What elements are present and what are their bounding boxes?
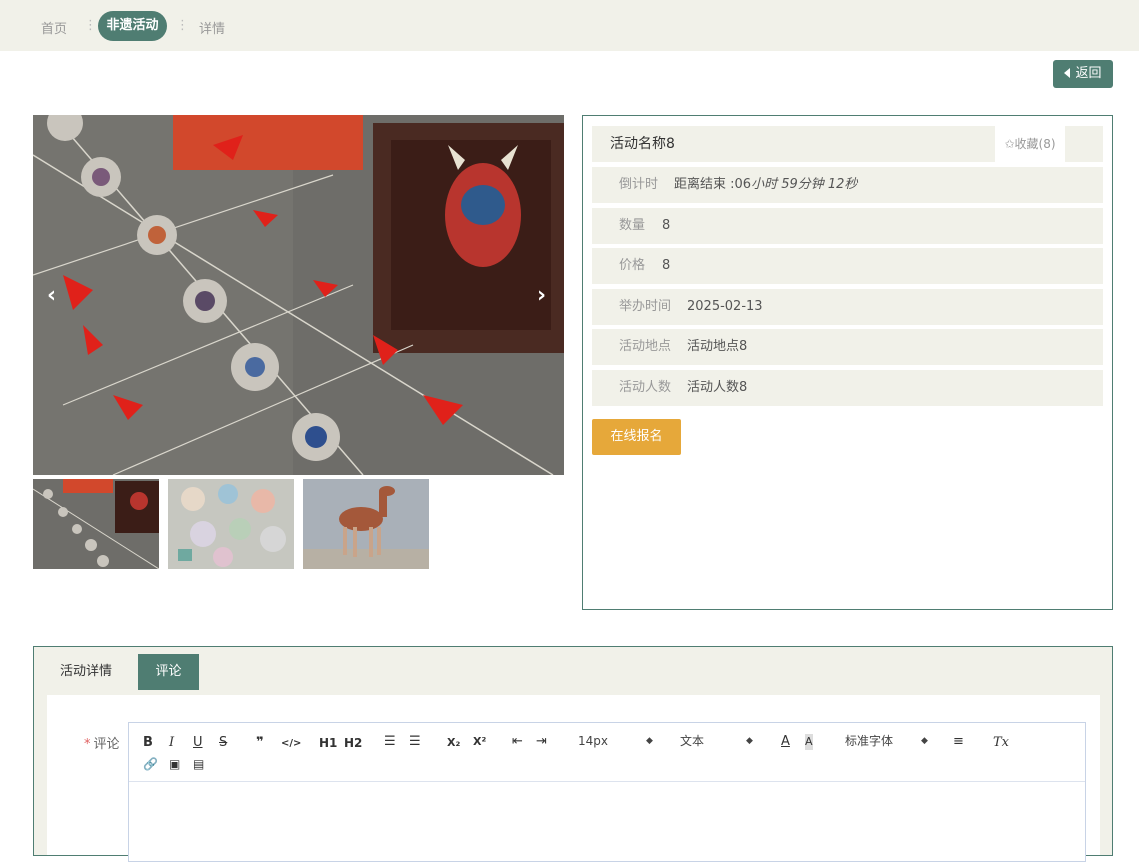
video-icon[interactable]: ▤ — [193, 756, 204, 772]
link-icon[interactable]: 🔗 — [143, 756, 158, 772]
activity-info-panel: 活动名称8 ✩收藏(8) 倒计时 距离结束 :06小时 59分钟 12秒 数量 … — [582, 115, 1113, 610]
ordered-list-icon[interactable]: ☰ — [384, 734, 396, 750]
background-color-icon[interactable]: A — [805, 734, 813, 750]
superscript-button[interactable]: X² — [473, 734, 486, 750]
blockquote-button[interactable]: ❞ — [256, 735, 264, 751]
select-arrows-icon: ◆ — [921, 736, 928, 746]
countdown-row: 倒计时 距离结束 :06小时 59分钟 12秒 — [592, 167, 1103, 203]
comment-field-label: * 评论 — [84, 733, 120, 752]
location-label: 活动地点 — [619, 339, 672, 354]
activity-name: 活动名称8 — [610, 136, 675, 152]
thumbnail-2[interactable] — [168, 479, 294, 569]
countdown-prefix: 距离结束 :06 — [674, 177, 752, 192]
thumbnail-image — [303, 479, 429, 569]
clear-format-button[interactable]: Tx — [993, 735, 1009, 751]
caret-left-icon — [1064, 68, 1071, 78]
activity-title-row: 活动名称8 ✩收藏(8) — [592, 126, 1103, 162]
font-color-icon[interactable]: A — [781, 734, 790, 750]
thumbnail-image — [33, 479, 159, 569]
tab-activity-detail[interactable]: 活动详情 — [50, 654, 122, 690]
back-button[interactable]: 返回 — [1053, 60, 1113, 88]
breadcrumb-bar: 首页 ⋮ 非遗活动 ⋮ 详情 — [0, 0, 1139, 51]
main-image — [33, 115, 564, 475]
bullet-list-icon[interactable]: ☰ — [409, 734, 421, 750]
indent-icon[interactable]: ⇥ — [536, 734, 547, 750]
quantity-value: 8 — [662, 218, 671, 233]
breadcrumb-separator: ⋮ — [84, 18, 97, 33]
breadcrumb-detail: 详情 — [199, 22, 226, 37]
people-label: 活动人数 — [619, 380, 672, 395]
tabs-container: 活动详情 评论 * 评论 B I U S ❞ </> H1 H2 ☰ ☰ X₂ X… — [33, 646, 1113, 862]
strike-button[interactable]: S — [219, 735, 227, 751]
back-button-label: 返回 — [1075, 66, 1102, 81]
comment-label-text: 评论 — [93, 737, 120, 752]
quantity-row: 数量 8 — [592, 208, 1103, 244]
thumbnail-image — [168, 479, 294, 569]
countdown-rest: 小时 59分钟 12秒 — [751, 177, 858, 192]
breadcrumb-separator: ⋮ — [176, 18, 189, 33]
breadcrumb-home[interactable]: 首页 — [41, 18, 67, 37]
comment-panel: * 评论 B I U S ❞ </> H1 H2 ☰ ☰ X₂ X² ⇤ ⇥ 14… — [47, 695, 1100, 862]
signup-button[interactable]: 在线报名 — [592, 419, 681, 455]
font-family-value: 标准字体 — [845, 734, 894, 748]
price-label: 价格 — [619, 258, 646, 273]
quantity-label: 数量 — [619, 218, 646, 233]
date-value: 2025-02-13 — [687, 299, 763, 314]
price-value: 8 — [662, 258, 671, 273]
underline-button[interactable]: U — [193, 735, 203, 751]
date-row: 举办时间 2025-02-13 — [592, 289, 1103, 325]
font-family-select[interactable]: 标准字体 ◆ — [845, 733, 931, 749]
text-type-select[interactable]: 文本 ◆ — [680, 733, 756, 749]
image-icon[interactable]: ▣ — [169, 756, 180, 772]
people-value: 活动人数8 — [687, 380, 748, 395]
select-arrows-icon: ◆ — [746, 736, 753, 746]
select-arrows-icon: ◆ — [646, 736, 653, 746]
editor-toolbar: B I U S ❞ </> H1 H2 ☰ ☰ X₂ X² ⇤ ⇥ 14px ◆ … — [129, 723, 1085, 782]
people-row: 活动人数 活动人数8 — [592, 370, 1103, 406]
main-image-carousel[interactable]: ‹ › — [33, 115, 564, 475]
favorite-button[interactable]: ✩收藏(8) — [995, 126, 1065, 162]
tab-comment[interactable]: 评论 — [138, 654, 199, 690]
thumbnail-3[interactable] — [303, 479, 429, 569]
thumbnail-1[interactable] — [33, 479, 159, 569]
align-left-icon[interactable]: ≡ — [953, 734, 964, 750]
breadcrumb-current[interactable]: 非遗活动 — [98, 11, 167, 41]
required-mark: * — [84, 737, 91, 752]
location-row: 活动地点 活动地点8 — [592, 329, 1103, 365]
heading2-button[interactable]: H2 — [344, 735, 362, 751]
rich-text-editor: B I U S ❞ </> H1 H2 ☰ ☰ X₂ X² ⇤ ⇥ 14px ◆ … — [128, 722, 1086, 862]
countdown-value: 距离结束 :06小时 59分钟 12秒 — [674, 167, 857, 203]
subscript-button[interactable]: X₂ — [447, 735, 460, 751]
italic-button[interactable]: I — [169, 735, 174, 751]
heading1-button[interactable]: H1 — [319, 735, 337, 751]
font-size-value: 14px — [578, 734, 608, 748]
bold-button[interactable]: B — [143, 735, 153, 751]
outdent-icon[interactable]: ⇤ — [512, 734, 523, 750]
text-type-value: 文本 — [680, 734, 705, 748]
date-label: 举办时间 — [619, 299, 672, 314]
chevron-left-icon[interactable]: ‹ — [47, 285, 56, 307]
countdown-label: 倒计时 — [619, 177, 659, 192]
code-block-button[interactable]: </> — [281, 736, 301, 752]
location-value: 活动地点8 — [687, 339, 748, 354]
price-row: 价格 8 — [592, 248, 1103, 284]
chevron-right-icon[interactable]: › — [537, 285, 546, 307]
font-size-select[interactable]: 14px ◆ — [578, 733, 654, 749]
